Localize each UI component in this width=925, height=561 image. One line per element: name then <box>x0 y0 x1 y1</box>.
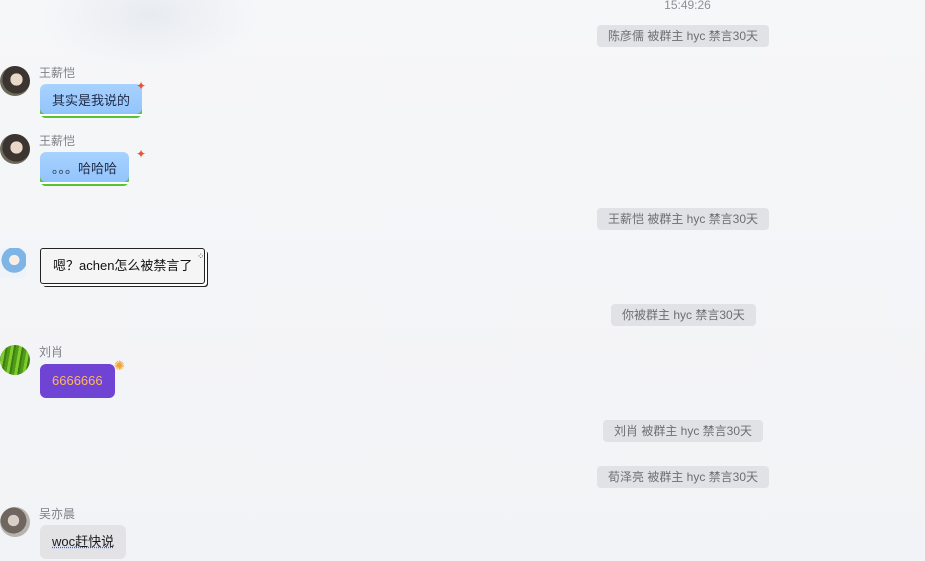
message-bubble[interactable]: 6666666 <box>40 364 115 398</box>
message-bubble[interactable]: woc赶快说 <box>40 525 127 559</box>
user-avatar[interactable] <box>0 66 30 96</box>
background-decoration <box>40 0 260 70</box>
kite-sticker-icon: ✦ <box>136 147 147 161</box>
message-bubble[interactable]: 嗯？achen怎么被禁言了 <box>40 248 206 284</box>
message-text: woc赶快说 <box>52 534 115 549</box>
sparkle-icon: ⁘ <box>197 251 205 261</box>
firework-sticker-icon: ✺ <box>114 358 125 373</box>
message-bubble[interactable]: 其实是我说的 <box>40 84 143 118</box>
system-notice-mute: 陈彦儒 被群主 hyc 禁言30天 <box>597 25 770 47</box>
bubble-decoration <box>40 182 130 184</box>
sender-name[interactable]: 王薪恺 <box>39 132 75 149</box>
sender-name[interactable]: 吴亦晨 <box>39 505 75 522</box>
sender-name[interactable]: 王薪恺 <box>39 64 75 81</box>
message-text: 。。。哈哈哈 <box>52 161 118 176</box>
user-avatar[interactable] <box>0 134 30 164</box>
chat-message-area: 15:49:26 陈彦儒 被群主 hyc 禁言30天 王薪恺 其实是我说的 ✦ … <box>0 0 925 561</box>
system-notice-mute: 王薪恺 被群主 hyc 禁言30天 <box>597 208 770 230</box>
message-text: 其实是我说的 <box>52 93 131 108</box>
user-avatar[interactable] <box>0 345 30 375</box>
message-text: 6666666 <box>52 373 103 388</box>
kite-sticker-icon: ✦ <box>136 79 147 93</box>
message-bubble[interactable]: 。。。哈哈哈 <box>40 152 130 186</box>
system-notice-mute: 荀泽亮 被群主 hyc 禁言30天 <box>597 466 770 488</box>
sender-name[interactable]: 刘肖 <box>39 343 63 360</box>
user-avatar[interactable] <box>0 507 30 537</box>
user-avatar[interactable] <box>0 248 26 278</box>
bubble-decoration <box>40 114 143 116</box>
message-timestamp: 15:49:26 <box>664 0 711 12</box>
message-text: 嗯？achen怎么被禁言了 <box>53 258 193 273</box>
system-notice-mute: 刘肖 被群主 hyc 禁言30天 <box>603 420 764 442</box>
system-notice-mute: 你被群主 hyc 禁言30天 <box>611 304 756 326</box>
